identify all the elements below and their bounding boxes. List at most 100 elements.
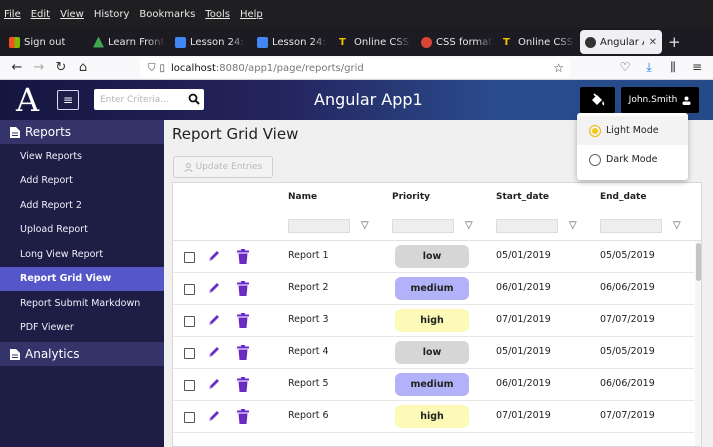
- tab-sign-out[interactable]: Sign out: [4, 30, 88, 54]
- row-checkbox[interactable]: [184, 252, 195, 263]
- filter-input-start-date[interactable]: [496, 219, 558, 233]
- edit-pencil-icon[interactable]: [207, 377, 221, 391]
- shield-icon: ⛉: [148, 62, 156, 74]
- back-icon[interactable]: ←: [6, 60, 28, 75]
- menu-help[interactable]: Help: [240, 9, 263, 20]
- library-icon[interactable]: ⫼: [661, 60, 685, 75]
- scrollbar-thumb[interactable]: [696, 243, 701, 281]
- tab-online-css-a[interactable]: T Online CSS B: [334, 30, 416, 54]
- column-header-start-date[interactable]: Start_date: [496, 192, 549, 202]
- home-icon[interactable]: ⌂: [72, 60, 94, 75]
- search-icon[interactable]: [188, 93, 200, 105]
- dark-mode-option[interactable]: Dark Mode: [577, 145, 688, 174]
- filter-icon[interactable]: ▽: [465, 220, 473, 231]
- tab-angular-app[interactable]: Angular App ✕: [580, 30, 662, 54]
- sidebar-toggle-button[interactable]: ≡: [57, 90, 79, 110]
- search-input[interactable]: [100, 90, 186, 109]
- tab-lesson-24-b[interactable]: Lesson 24: A: [252, 30, 334, 54]
- downloads-icon[interactable]: ⤓: [637, 60, 661, 75]
- filter-input-priority[interactable]: [392, 219, 454, 233]
- sidebar-item-pdf-viewer[interactable]: PDF Viewer: [0, 316, 164, 341]
- theme-toggle-button[interactable]: [580, 87, 615, 113]
- filter-input-end-date[interactable]: [600, 219, 662, 233]
- grid-scrollbar[interactable]: [695, 241, 701, 446]
- edit-pencil-icon[interactable]: [207, 313, 221, 327]
- cell-end-date: 07/07/2019: [600, 410, 655, 421]
- browser-menubar: File Edit View History Bookmarks Tools H…: [0, 0, 713, 28]
- cell-end-date: 07/07/2019: [600, 314, 655, 325]
- app-logo[interactable]: A: [16, 80, 39, 120]
- table-row: Report 5 medium 06/01/2019 06/06/2019: [173, 369, 694, 401]
- cell-name: Report 5: [288, 378, 329, 389]
- row-checkbox[interactable]: [184, 348, 195, 359]
- sidebar-section-reports[interactable]: Reports: [0, 120, 164, 144]
- column-header-name[interactable]: Name: [288, 192, 317, 202]
- edit-pencil-icon[interactable]: [207, 409, 221, 423]
- forward-icon[interactable]: →: [28, 60, 50, 75]
- trash-icon[interactable]: [237, 377, 249, 392]
- menu-edit[interactable]: Edit: [31, 9, 50, 20]
- url-bar[interactable]: ⛉ ▯ localhost:8080/app1/page/reports/gri…: [140, 58, 570, 78]
- sidebar-item-long-view-report[interactable]: Long View Report: [0, 242, 164, 267]
- sidebar-item-upload-report[interactable]: Upload Report: [0, 218, 164, 243]
- update-entries-button[interactable]: Update Entries: [173, 156, 273, 178]
- sidebar-item-report-submit-markdown[interactable]: Report Submit Markdown: [0, 291, 164, 316]
- table-row: Report 3 high 07/01/2019 07/07/2019: [173, 305, 694, 337]
- user-menu-button[interactable]: John.Smith: [621, 87, 699, 113]
- cell-start-date: 05/01/2019: [496, 346, 551, 357]
- cell-name: Report 6: [288, 410, 329, 421]
- menu-tools[interactable]: Tools: [205, 9, 230, 20]
- pocket-icon[interactable]: ♡: [613, 60, 637, 75]
- row-checkbox[interactable]: [184, 316, 195, 327]
- tab-online-css-b[interactable]: T Online CSS B: [498, 30, 580, 54]
- sidebar-item-view-reports[interactable]: View Reports: [0, 144, 164, 169]
- trash-icon[interactable]: [237, 249, 249, 264]
- sidebar-section-analytics[interactable]: Analytics: [0, 342, 164, 366]
- row-checkbox[interactable]: [184, 380, 195, 391]
- filter-input-name[interactable]: [288, 219, 350, 233]
- filter-icon[interactable]: ▽: [673, 220, 681, 231]
- row-checkbox[interactable]: [184, 284, 195, 295]
- close-tab-icon[interactable]: ✕: [649, 37, 657, 48]
- page-title: Report Grid View: [172, 125, 299, 143]
- trash-icon[interactable]: [237, 409, 249, 424]
- cell-start-date: 06/01/2019: [496, 282, 551, 293]
- light-mode-option[interactable]: Light Mode: [577, 116, 688, 145]
- cell-end-date: 05/05/2019: [600, 250, 655, 261]
- tab-lesson-24-a[interactable]: Lesson 24: A: [170, 30, 252, 54]
- sidebar-item-add-report-2[interactable]: Add Report 2: [0, 193, 164, 218]
- bookmark-star-icon[interactable]: ☆: [553, 61, 564, 75]
- menu-bookmarks[interactable]: Bookmarks: [139, 9, 195, 20]
- menu-file[interactable]: File: [4, 9, 21, 20]
- tab-css-formatter[interactable]: CSS formatte: [416, 30, 498, 54]
- hamburger-menu-icon[interactable]: ≡: [685, 60, 709, 75]
- angular-icon: [585, 36, 596, 48]
- edit-pencil-icon[interactable]: [207, 281, 221, 295]
- priority-badge: low: [395, 245, 469, 268]
- sidebar-item-report-grid-view[interactable]: Report Grid View: [0, 266, 164, 291]
- edit-pencil-icon[interactable]: [207, 249, 221, 263]
- reload-icon[interactable]: ↻: [50, 60, 72, 75]
- column-header-priority[interactable]: Priority: [392, 192, 430, 202]
- g-icon: [421, 36, 432, 48]
- filter-icon[interactable]: ▽: [361, 220, 369, 231]
- menu-history[interactable]: History: [94, 9, 130, 20]
- trash-icon[interactable]: [237, 313, 249, 328]
- cell-start-date: 05/01/2019: [496, 250, 551, 261]
- filter-icon[interactable]: ▽: [569, 220, 577, 231]
- sidebar-item-add-report[interactable]: Add Report: [0, 169, 164, 194]
- trash-icon[interactable]: [237, 345, 249, 360]
- edit-pencil-icon[interactable]: [207, 345, 221, 359]
- browser-navbar: ← → ↻ ⌂ ⛉ ▯ localhost:8080/app1/page/rep…: [0, 56, 713, 80]
- trash-icon[interactable]: [237, 281, 249, 296]
- column-header-end-date[interactable]: End_date: [600, 192, 646, 202]
- priority-badge: medium: [395, 277, 469, 300]
- menu-view[interactable]: View: [60, 9, 84, 20]
- new-tab-icon[interactable]: +: [668, 33, 681, 51]
- priority-badge: low: [395, 341, 469, 364]
- tab-learn-frontend[interactable]: Learn Fronten: [88, 30, 170, 54]
- browser-tabbar: Sign out Learn Fronten Lesson 24: A Less…: [0, 28, 713, 56]
- row-checkbox[interactable]: [184, 412, 195, 423]
- page-icon: ▯: [159, 62, 166, 74]
- cell-name: Report 1: [288, 250, 329, 261]
